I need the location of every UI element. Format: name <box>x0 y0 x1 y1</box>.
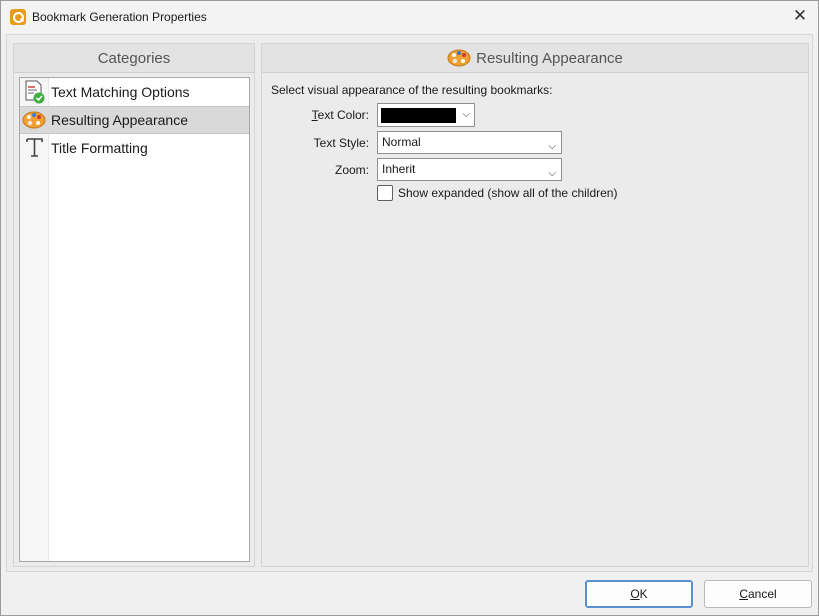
category-label: Text Matching Options <box>51 84 190 100</box>
show-expanded-checkbox[interactable] <box>377 185 393 201</box>
category-label: Resulting Appearance <box>51 112 188 128</box>
zoom-label: Zoom: <box>334 163 369 177</box>
ok-button[interactable]: OK <box>585 580 693 608</box>
zoom-value: Inherit <box>382 162 416 176</box>
ok-accel: O <box>630 587 640 601</box>
category-resulting-appearance[interactable]: Resulting Appearance <box>20 106 249 134</box>
close-button[interactable]: ✕ <box>786 3 814 29</box>
category-title-formatting[interactable]: Title Formatting <box>20 134 249 162</box>
text-color-label: Text Color: <box>312 108 369 122</box>
zoom-select[interactable]: Inherit ⌵ <box>377 158 562 181</box>
app-logo-icon <box>10 9 26 25</box>
text-style-label: Text Style: <box>313 136 369 150</box>
categories-header: Categories <box>14 44 254 73</box>
cancel-accel: C <box>739 587 748 601</box>
title-t-icon <box>20 134 49 162</box>
text-color-dropdown[interactable]: ⌵ <box>377 103 475 127</box>
text-color-label-rest: ext Color: <box>317 108 369 122</box>
text-matching-icon <box>20 78 49 106</box>
appearance-description: Select visual appearance of the resultin… <box>271 83 553 97</box>
appearance-title: Resulting Appearance <box>476 49 623 67</box>
category-label: Title Formatting <box>51 140 148 156</box>
title-bar: Bookmark Generation Properties ✕ <box>1 1 818 33</box>
cancel-label-rest: ancel <box>747 587 777 601</box>
chevron-down-icon: ⌵ <box>548 141 556 152</box>
text-style-value: Normal <box>382 135 421 149</box>
categories-panel: Categories Text Matching Options Resulti… <box>13 43 255 567</box>
appearance-header: Resulting Appearance <box>262 44 808 73</box>
cancel-button[interactable]: Cancel <box>704 580 812 608</box>
palette-icon <box>20 106 49 134</box>
categories-list: Text Matching Options Resulting Appearan… <box>19 77 250 562</box>
ok-label-rest: K <box>639 587 648 601</box>
dialog-window: Bookmark Generation Properties ✕ Categor… <box>0 0 819 616</box>
category-text-matching-options[interactable]: Text Matching Options <box>20 78 249 106</box>
show-expanded-label[interactable]: Show expanded (show all of the children) <box>398 186 617 200</box>
window-title: Bookmark Generation Properties <box>32 10 207 24</box>
text-style-select[interactable]: Normal ⌵ <box>377 131 562 154</box>
chevron-down-icon: ⌵ <box>462 109 470 120</box>
color-swatch <box>381 108 456 123</box>
palette-icon <box>447 48 471 68</box>
chevron-down-icon: ⌵ <box>548 168 556 179</box>
appearance-panel: Resulting Appearance Select visual appea… <box>261 43 809 567</box>
